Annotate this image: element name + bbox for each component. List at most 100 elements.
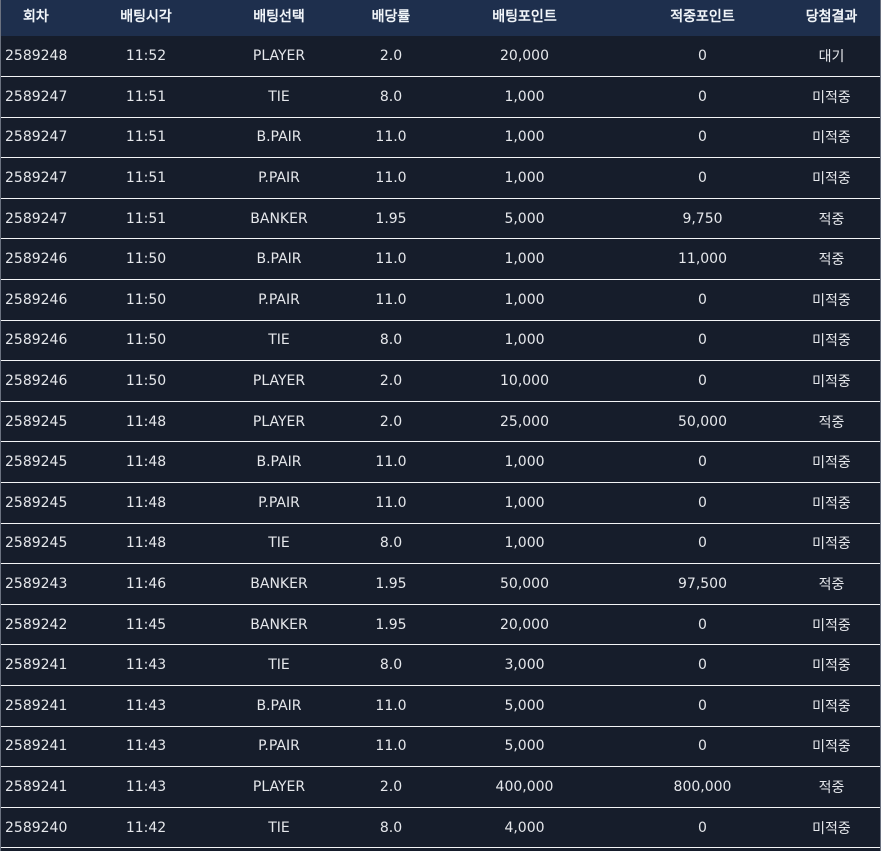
cell-odds: 11.0: [375, 738, 407, 755]
cell-round: 2589242: [5, 616, 68, 633]
cell-bet-pick: BANKER: [250, 576, 308, 593]
cell-bet-time: 11:46: [125, 576, 167, 593]
cell-bet-pick: PLAYER: [252, 778, 306, 795]
cell-bet-time: 11:50: [125, 251, 167, 268]
cell-win-points: 0: [698, 88, 707, 105]
cell-bet-pick: P.PAIR: [258, 494, 300, 511]
cell-bet-pick: BANKER: [250, 210, 308, 227]
cell-round: 2589246: [5, 373, 68, 390]
cell-odds: 1.95: [375, 616, 407, 633]
table-row: 2589247 11:51 B.PAIR 11.0 1,000 0 미적중: [1, 117, 880, 158]
table-row: 2589242 11:45 BANKER 1.95 20,000 0 미적중: [1, 604, 880, 645]
table-row: 2589245 11:48 TIE 8.0 1,000 0 미적중: [1, 523, 880, 564]
cell-odds: 2.0: [379, 48, 403, 65]
cell-bet-time: 11:51: [125, 88, 167, 105]
cell-odds: 11.0: [375, 251, 407, 268]
cell-bet-points: 5,000: [504, 210, 545, 227]
cell-result: 적중: [818, 577, 845, 594]
header-win-points: 적중포인트: [670, 9, 735, 25]
cell-bet-pick: PLAYER: [252, 373, 306, 390]
cell-bet-pick: TIE: [268, 657, 290, 674]
cell-bet-time: 11:51: [125, 170, 167, 187]
cell-result: 미적중: [812, 130, 851, 147]
cell-bet-time: 11:50: [125, 291, 167, 308]
cell-odds: 1.95: [375, 576, 407, 593]
cell-round: 2589241: [5, 738, 68, 755]
cell-win-points: 0: [698, 697, 707, 714]
cell-odds: 8.0: [379, 535, 403, 552]
cell-win-points: 0: [698, 332, 707, 349]
cell-win-points: 0: [698, 291, 707, 308]
cell-bet-time: 11:43: [125, 778, 167, 795]
cell-bet-time: 11:50: [125, 373, 167, 390]
cell-odds: 11.0: [375, 697, 407, 714]
cell-bet-points: 20,000: [500, 48, 549, 65]
cell-odds: 2.0: [379, 413, 403, 430]
cell-bet-points: 1,000: [504, 251, 545, 268]
cell-odds: 11.0: [375, 494, 407, 511]
cell-win-points: 0: [698, 657, 707, 674]
cell-bet-time: 11:48: [125, 454, 167, 471]
cell-bet-points: 1,000: [504, 454, 545, 471]
cell-round: 2589245: [5, 454, 68, 471]
cell-bet-points: 4,000: [504, 819, 545, 836]
cell-bet-points: 50,000: [500, 576, 549, 593]
cell-result: 적중: [818, 779, 845, 796]
cell-result: 대기: [818, 49, 845, 66]
cell-result: 미적중: [812, 171, 851, 188]
cell-result: 미적중: [812, 333, 851, 350]
cell-bet-points: 20,000: [500, 616, 549, 633]
cell-bet-time: 11:48: [125, 494, 167, 511]
table-row: 2589245 11:48 PLAYER 2.0 25,000 50,000 적중: [1, 401, 880, 442]
cell-bet-pick: P.PAIR: [258, 738, 300, 755]
table-row: 2589246 11:50 TIE 8.0 1,000 0 미적중: [1, 320, 880, 361]
cell-odds: 11.0: [375, 170, 407, 187]
cell-bet-time: 11:43: [125, 697, 167, 714]
cell-bet-pick: B.PAIR: [256, 251, 302, 268]
cell-round: 2589246: [5, 251, 68, 268]
cell-round: 2589245: [5, 413, 68, 430]
cell-round: 2589241: [5, 778, 68, 795]
cell-bet-points: 10,000: [500, 373, 549, 390]
cell-bet-pick: B.PAIR: [256, 454, 302, 471]
cell-result: 미적중: [812, 374, 851, 391]
cell-round: 2589245: [5, 494, 68, 511]
cell-bet-pick: B.PAIR: [256, 129, 302, 146]
table-row: 2589245 11:48 B.PAIR 11.0 1,000 0 미적중: [1, 441, 880, 483]
cell-result: 적중: [818, 414, 845, 431]
cell-odds: 8.0: [379, 819, 403, 836]
cell-odds: 11.0: [375, 291, 407, 308]
table-row: 2589245 11:48 P.PAIR 11.0 1,000 0 미적중: [1, 482, 880, 524]
cell-round: 2589243: [5, 576, 68, 593]
cell-bet-points: 5,000: [504, 738, 545, 755]
cell-win-points: 0: [698, 48, 707, 65]
betting-history-table: 회차 배팅시각 배팅선택 배당률 배팅포인트 적중포인트 당첨결과 258924…: [1, 0, 880, 848]
cell-bet-pick: P.PAIR: [258, 291, 300, 308]
table-row: 2589247 11:51 TIE 8.0 1,000 0 미적중: [1, 76, 880, 118]
cell-win-points: 0: [698, 373, 707, 390]
cell-bet-time: 11:51: [125, 129, 167, 146]
cell-win-points: 97,500: [678, 576, 727, 593]
cell-odds: 1.95: [375, 210, 407, 227]
cell-bet-points: 25,000: [500, 413, 549, 430]
cell-result: 미적중: [812, 536, 851, 553]
table-row: 2589241 11:43 B.PAIR 11.0 5,000 0 미적중: [1, 685, 880, 727]
cell-result: 적중: [818, 252, 845, 269]
cell-bet-pick: B.PAIR: [256, 697, 302, 714]
cell-odds: 8.0: [379, 88, 403, 105]
cell-bet-points: 3,000: [504, 657, 545, 674]
cell-round: 2589241: [5, 657, 68, 674]
cell-odds: 2.0: [379, 373, 403, 390]
cell-result: 미적중: [812, 820, 851, 837]
cell-result: 미적중: [812, 698, 851, 715]
header-row: 회차 배팅시각 배팅선택 배당률 배팅포인트 적중포인트 당첨결과: [1, 0, 880, 36]
cell-win-points: 800,000: [673, 778, 732, 795]
table-header: 회차 배팅시각 배팅선택 배당률 배팅포인트 적중포인트 당첨결과: [1, 0, 880, 36]
betting-history-table-container: 회차 배팅시각 배팅선택 배당률 배팅포인트 적중포인트 당첨결과 258924…: [0, 0, 881, 851]
cell-win-points: 9,750: [682, 210, 723, 227]
cell-bet-time: 11:43: [125, 738, 167, 755]
cell-win-points: 11,000: [678, 251, 727, 268]
table-row: 2589246 11:50 B.PAIR 11.0 1,000 11,000 적중: [1, 238, 880, 280]
cell-bet-points: 1,000: [504, 332, 545, 349]
cell-round: 2589247: [5, 88, 68, 105]
